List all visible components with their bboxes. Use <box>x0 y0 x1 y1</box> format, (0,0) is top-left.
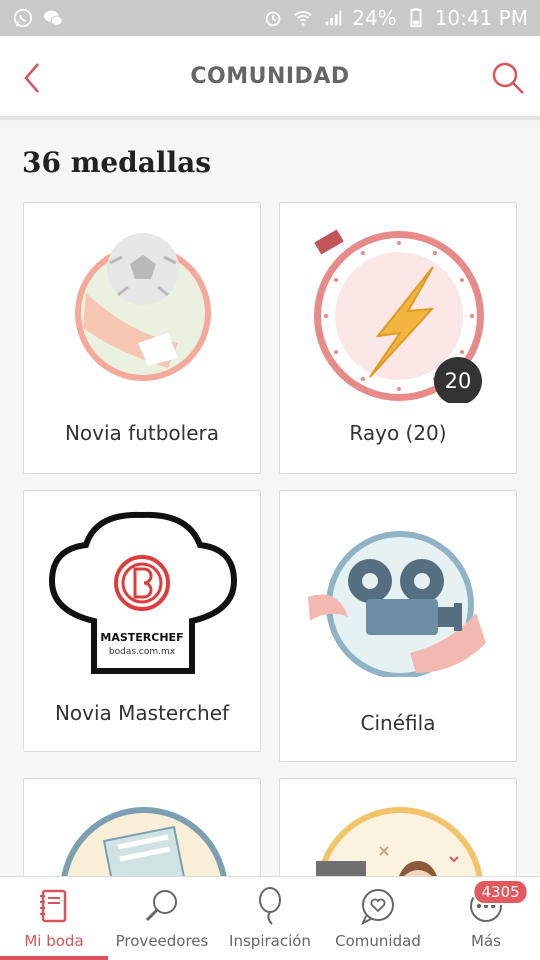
signal-icon <box>325 10 342 26</box>
whatsapp-icon <box>13 8 33 28</box>
tab-label: Comunidad <box>335 932 421 950</box>
medal-label: Cinéfila <box>360 711 436 735</box>
medal-card-6[interactable] <box>279 778 517 876</box>
soccer-medal-icon <box>75 233 211 381</box>
medal-card-cinefila[interactable]: Cinéfila <box>279 490 517 762</box>
app-header: COMUNIDAD <box>0 36 540 120</box>
search-button[interactable] <box>486 56 530 100</box>
clock: 10:41 PM <box>434 6 528 30</box>
tab-mas[interactable]: Más 4305 <box>432 877 540 960</box>
wechat-icon <box>43 10 63 26</box>
medal-card-futbolera[interactable]: Novia futbolera <box>23 202 261 474</box>
film-projector-medal-icon <box>308 531 486 677</box>
tab-comunidad[interactable]: Comunidad <box>324 877 432 960</box>
search-icon <box>145 890 177 922</box>
medal-count-badge: 20 <box>444 369 472 393</box>
notification-badge: 4305 <box>472 879 529 905</box>
newspaper-medal-icon <box>61 807 227 876</box>
alarm-icon <box>265 11 281 27</box>
bottom-tab-bar: Mi boda Proveedores Inspiración Comunida… <box>0 876 540 960</box>
tab-inspiracion[interactable]: Inspiración <box>216 877 324 960</box>
portrait-medal-icon <box>316 807 483 876</box>
medal-card-rayo[interactable]: 20 Rayo (20) <box>279 202 517 474</box>
medal-label: Novia Masterchef <box>54 701 230 725</box>
notebook-icon <box>40 889 67 923</box>
tab-label: Inspiración <box>229 932 311 950</box>
battery-icon <box>410 7 422 28</box>
back-button[interactable] <box>10 56 54 100</box>
chat-heart-icon <box>361 889 394 926</box>
balloon-icon <box>259 887 281 925</box>
medals-content[interactable]: 36 medallas Novia futbolera 20 Rayo (20)… <box>0 124 540 876</box>
tab-label: Proveedores <box>115 932 209 950</box>
tab-proveedores[interactable]: Proveedores <box>108 877 216 960</box>
masterchef-logo-text: MASTERCHEF <box>100 631 184 644</box>
tab-mi-boda[interactable]: Mi boda <box>0 877 108 960</box>
wifi-icon <box>294 11 313 26</box>
masterchef-logo-sub: bodas.com.mx <box>108 647 176 657</box>
search-icon <box>492 62 524 94</box>
chevron-left-icon <box>24 63 39 93</box>
tab-label: Mi boda <box>24 932 84 950</box>
status-bar: 24% 10:41 PM <box>0 0 540 36</box>
tab-label: Más <box>471 932 501 950</box>
page-title: COMUNIDAD <box>190 63 350 89</box>
medal-label: Rayo (20) <box>349 421 447 445</box>
medal-card-5[interactable] <box>23 778 261 876</box>
medal-label: Novia futbolera <box>64 421 220 445</box>
battery-percent: 24% <box>352 6 397 30</box>
medal-card-masterchef[interactable]: MASTERCHEF bodas.com.mx Novia Masterchef <box>23 490 261 752</box>
medal-count-title: 36 medallas <box>22 146 212 179</box>
